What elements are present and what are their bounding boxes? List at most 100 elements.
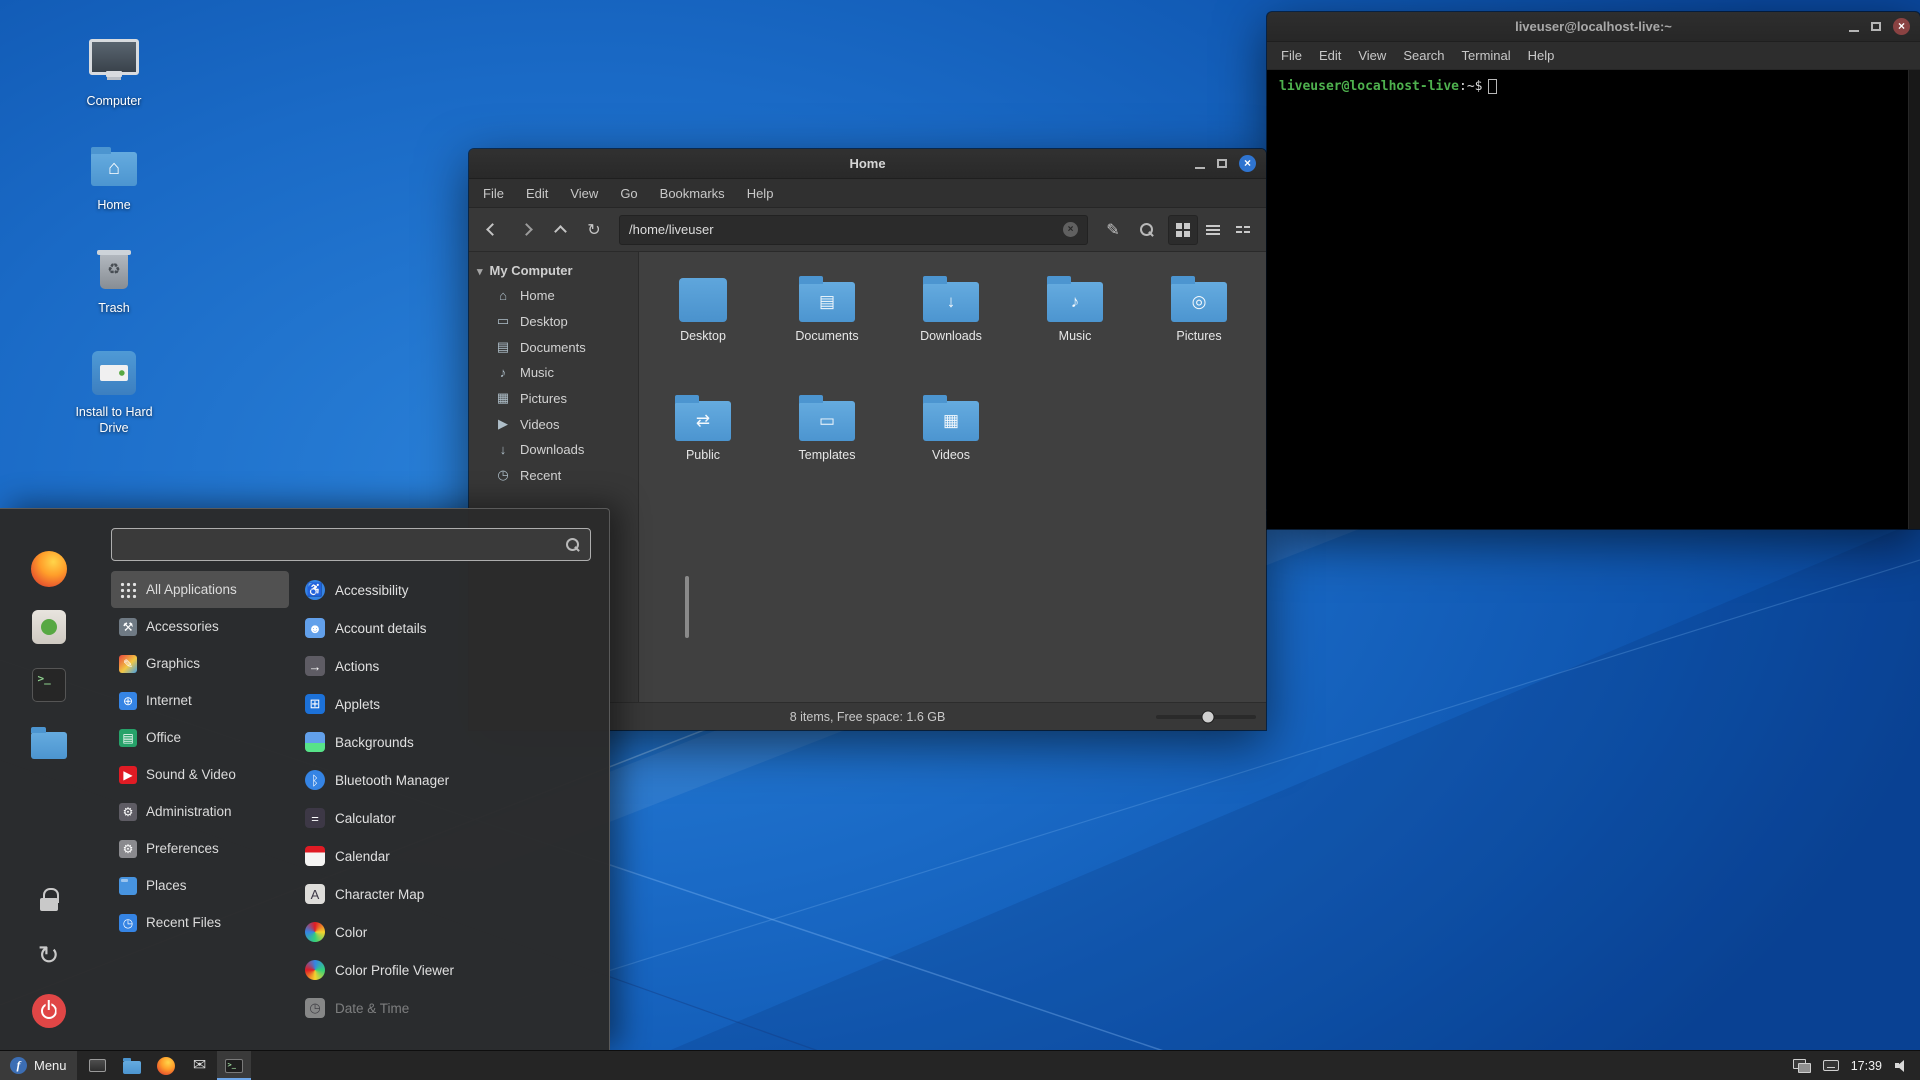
compact-view-button[interactable] [1228, 215, 1258, 245]
application-item[interactable]: Color Profile Viewer [297, 951, 597, 989]
category-item[interactable]: All Applications [111, 571, 289, 608]
file-manager-menu-item[interactable]: Help [747, 186, 774, 201]
file-item[interactable]: ▤ Documents [795, 276, 858, 343]
file-manager-menu-item[interactable]: Go [620, 186, 637, 201]
installer-icon[interactable]: Install to Hard Drive [59, 347, 169, 436]
maximize-button[interactable] [1871, 22, 1881, 31]
terminal-menu-item[interactable]: File [1281, 48, 1302, 63]
mail-icon[interactable] [183, 1051, 217, 1080]
close-button[interactable]: × [1239, 155, 1256, 172]
sidebar-item[interactable]: ▭ Desktop [469, 308, 638, 334]
file-manager-menu-item[interactable]: Bookmarks [660, 186, 725, 201]
category-item[interactable]: Places [111, 867, 289, 904]
file-manager-menu-item[interactable]: View [570, 186, 598, 201]
category-item[interactable]: ▶ Sound & Video [111, 756, 289, 793]
terminal-content[interactable]: liveuser@localhost-live:~$ [1267, 70, 1920, 529]
software-icon[interactable] [29, 607, 69, 647]
sidebar-item[interactable]: ◷ Recent [469, 462, 638, 488]
application-item[interactable]: ⊞ Applets [297, 685, 597, 723]
clock[interactable]: 17:39 [1851, 1059, 1882, 1073]
logout-icon[interactable] [29, 935, 69, 975]
terminal-task-icon[interactable] [217, 1051, 251, 1080]
category-item[interactable]: ◷ Recent Files [111, 904, 289, 941]
path-entry[interactable]: /home/liveuser × [619, 215, 1088, 245]
zoom-slider[interactable] [1156, 703, 1256, 730]
refresh-button[interactable]: ↻ [579, 215, 609, 245]
file-manager-menu-item[interactable]: File [483, 186, 504, 201]
terminal-icon[interactable] [29, 665, 69, 705]
zoom-slider-knob[interactable] [1202, 710, 1215, 723]
shutdown-icon[interactable] [29, 991, 69, 1031]
search-button[interactable] [1132, 215, 1162, 245]
application-item[interactable]: Backgrounds [297, 723, 597, 761]
application-item[interactable]: ◷ Date & Time [297, 989, 597, 1027]
edit-location-button[interactable]: ✎ [1098, 215, 1128, 245]
file-item[interactable]: Desktop [679, 276, 727, 343]
lock-icon[interactable] [29, 879, 69, 919]
sidebar-item[interactable]: ⌂ Home [469, 283, 638, 308]
sidebar-item[interactable]: ↓ Downloads [469, 437, 638, 462]
terminal-menu-item[interactable]: Help [1528, 48, 1555, 63]
keyboard-icon[interactable] [1823, 1060, 1839, 1071]
category-item[interactable]: ✎ Graphics [111, 645, 289, 682]
application-item[interactable]: Color [297, 913, 597, 951]
category-item[interactable]: ⚙ Administration [111, 793, 289, 830]
menu-search-box[interactable] [111, 528, 591, 561]
file-item[interactable]: ⇄ Public [675, 395, 731, 462]
network-icon[interactable] [1793, 1059, 1811, 1073]
clear-path-icon[interactable]: × [1063, 222, 1078, 237]
terminal-menu-item[interactable]: Edit [1319, 48, 1341, 63]
application-item[interactable]: ☻ Account details [297, 609, 597, 647]
file-item[interactable]: ▭ Templates [799, 395, 856, 462]
sidebar-item[interactable]: ▤ Documents [469, 334, 638, 360]
application-item[interactable]: → Actions [297, 647, 597, 685]
application-item[interactable]: = Calculator [297, 799, 597, 837]
file-manager-menu-item[interactable]: Edit [526, 186, 548, 201]
category-item[interactable]: ▤ Office [111, 719, 289, 756]
file-item[interactable]: ◎ Pictures [1171, 276, 1227, 343]
terminal-menu-item[interactable]: Search [1403, 48, 1444, 63]
trash-icon[interactable]: ♻ Trash [59, 243, 169, 317]
minimize-button[interactable] [1195, 167, 1205, 169]
up-button[interactable] [545, 215, 575, 245]
back-button[interactable] [477, 215, 507, 245]
list-view-button[interactable] [1198, 215, 1228, 245]
sidebar-item[interactable]: ♪ Music [469, 360, 638, 385]
category-item[interactable]: ⚙ Preferences [111, 830, 289, 867]
firefox-task-icon[interactable] [149, 1051, 183, 1080]
expander-icon[interactable] [477, 263, 483, 278]
file-item[interactable]: ▦ Videos [923, 395, 979, 462]
close-button[interactable]: × [1893, 18, 1910, 35]
application-item[interactable]: ♿ Accessibility [297, 571, 597, 609]
show-desktop-icon[interactable] [81, 1051, 115, 1080]
application-item[interactable]: A Character Map [297, 875, 597, 913]
menu-button[interactable]: f Menu [0, 1051, 77, 1080]
volume-icon[interactable] [1894, 1059, 1910, 1073]
sidebar-item[interactable]: ▦ Pictures [469, 385, 638, 411]
application-item[interactable]: ᛒ Bluetooth Manager [297, 761, 597, 799]
category-item[interactable]: ⚒ Accessories [111, 608, 289, 645]
home-folder-icon[interactable]: ⌂ Home [59, 140, 169, 214]
application-item[interactable]: Calendar [297, 837, 597, 875]
maximize-button[interactable] [1217, 159, 1227, 168]
file-manager-content[interactable]: Desktop ▤ Documents ↓ Downloads ♪ Music … [639, 252, 1266, 702]
search-input[interactable] [122, 537, 566, 553]
files-task-icon[interactable] [115, 1051, 149, 1080]
forward-button[interactable] [511, 215, 541, 245]
files-icon[interactable] [29, 723, 69, 763]
file-manager-title-bar[interactable]: Home × [469, 149, 1266, 179]
category-item[interactable]: ⊕ Internet [111, 682, 289, 719]
sidebar-item[interactable]: ▶ Videos [469, 411, 638, 437]
terminal-scrollbar[interactable] [1908, 70, 1920, 529]
firefox-icon[interactable] [29, 549, 69, 589]
file-item[interactable]: ♪ Music [1047, 276, 1103, 343]
terminal-title-bar[interactable]: liveuser@localhost-live:~ × [1267, 12, 1920, 42]
minimize-button[interactable] [1849, 30, 1859, 32]
icon-view-button[interactable] [1168, 215, 1198, 245]
terminal-menu-item[interactable]: Terminal [1462, 48, 1511, 63]
file-item[interactable]: ↓ Downloads [920, 276, 982, 343]
menu-scrollbar[interactable] [685, 576, 689, 638]
computer-icon[interactable]: Computer [59, 36, 169, 110]
sidebar-heading[interactable]: My Computer [469, 258, 638, 283]
terminal-menu-item[interactable]: View [1358, 48, 1386, 63]
